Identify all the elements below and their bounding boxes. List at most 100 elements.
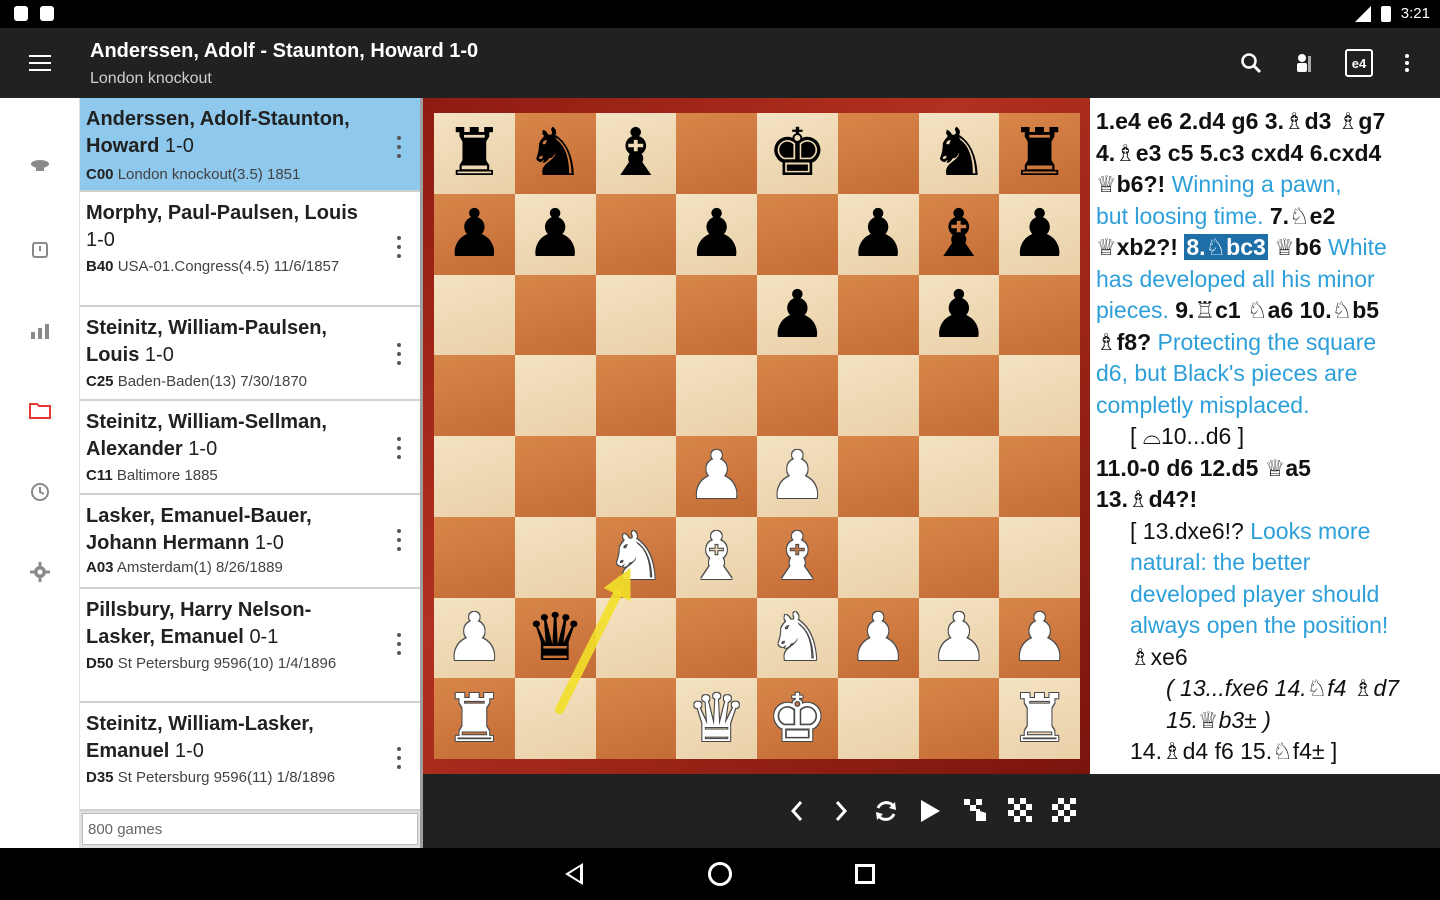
game-list-item[interactable]: Anderssen, Adolf-Staunton, Howard 1-0 C0… bbox=[80, 98, 420, 192]
square-e6[interactable]: ♟ bbox=[757, 274, 838, 356]
game-list-item[interactable]: Morphy, Paul-Paulsen, Louis 1-0 B40 USA-… bbox=[80, 192, 420, 307]
black-king-piece[interactable]: ♚ bbox=[768, 120, 827, 186]
square-h8[interactable]: ♜ bbox=[999, 113, 1080, 194]
history-icon[interactable] bbox=[28, 480, 52, 504]
item-menu-icon[interactable] bbox=[396, 236, 402, 258]
statistics-icon[interactable] bbox=[28, 318, 52, 342]
square-e7[interactable] bbox=[757, 193, 838, 275]
square-e8[interactable]: ♚ bbox=[757, 113, 838, 194]
square-b6[interactable] bbox=[514, 274, 596, 356]
square-h2[interactable]: ♟ bbox=[999, 597, 1080, 679]
square-f2[interactable]: ♟ bbox=[837, 597, 919, 679]
clock-icon[interactable] bbox=[28, 238, 52, 262]
white-queen-piece[interactable]: ♛ bbox=[687, 685, 746, 752]
square-c6[interactable] bbox=[595, 274, 677, 356]
square-e3[interactable]: ♝ bbox=[757, 516, 838, 598]
square-h5[interactable] bbox=[999, 355, 1080, 436]
black-pawn-piece[interactable]: ♟ bbox=[526, 201, 585, 267]
game-list-item[interactable]: Steinitz, William-Sellman, Alexander 1-0… bbox=[80, 401, 420, 495]
notation-variation[interactable]: [ 13.dxe6!? bbox=[1130, 518, 1244, 544]
white-pawn-piece[interactable]: ♟ bbox=[849, 604, 908, 671]
black-knight-piece[interactable]: ♞ bbox=[929, 120, 988, 186]
black-pawn-piece[interactable]: ♟ bbox=[929, 281, 988, 348]
notation-moves[interactable]: 9.♖c1 ♘a6 10.♘b5 bbox=[1175, 297, 1379, 323]
square-f5[interactable] bbox=[837, 355, 919, 436]
square-d8[interactable] bbox=[676, 113, 757, 194]
board-grid-alt-icon[interactable] bbox=[1048, 794, 1082, 828]
square-d2[interactable] bbox=[676, 597, 757, 679]
notation-moves[interactable]: 1.e4 e6 2.d4 g6 3.♗d3 ♗g7 bbox=[1096, 108, 1385, 134]
item-menu-icon[interactable] bbox=[396, 747, 402, 769]
white-king-piece[interactable]: ♚ bbox=[768, 685, 827, 752]
notation-variation[interactable]: [ ⌓10...d6 ] bbox=[1130, 423, 1244, 449]
notation-moves[interactable]: 11.0-0 d6 12.d5 ♕a5 bbox=[1096, 455, 1311, 481]
home-icon[interactable] bbox=[708, 862, 732, 886]
square-c7[interactable] bbox=[595, 193, 677, 275]
square-g3[interactable] bbox=[918, 516, 1000, 598]
item-menu-icon[interactable] bbox=[396, 136, 402, 158]
notation-variation[interactable]: 14.♗d4 f6 15.♘f4± ] bbox=[1130, 738, 1337, 764]
square-e2[interactable]: ♞ bbox=[757, 597, 838, 679]
notation-moves[interactable]: 13.♗d4?! bbox=[1096, 486, 1197, 512]
black-pawn-piece[interactable]: ♟ bbox=[687, 201, 746, 267]
square-c1[interactable] bbox=[595, 678, 677, 759]
square-g2[interactable]: ♟ bbox=[918, 597, 1000, 679]
square-h6[interactable] bbox=[999, 274, 1080, 356]
square-g8[interactable]: ♞ bbox=[918, 113, 1000, 194]
square-d7[interactable]: ♟ bbox=[676, 193, 757, 275]
square-c5[interactable] bbox=[595, 355, 677, 436]
square-f7[interactable]: ♟ bbox=[837, 193, 919, 275]
notation-moves[interactable]: ♗f8? bbox=[1096, 329, 1151, 355]
flip-board-icon[interactable] bbox=[869, 794, 903, 828]
item-menu-icon[interactable] bbox=[396, 529, 402, 551]
square-a3[interactable] bbox=[434, 516, 515, 598]
square-b8[interactable]: ♞ bbox=[514, 113, 596, 194]
square-e1[interactable]: ♚ bbox=[757, 678, 838, 759]
square-b1[interactable] bbox=[514, 678, 596, 759]
game-list-item[interactable]: Steinitz, William-Paulsen, Louis 1-0 C25… bbox=[80, 307, 420, 401]
play-icon[interactable] bbox=[913, 794, 947, 828]
recent-apps-icon[interactable] bbox=[855, 864, 875, 884]
white-pawn-piece[interactable]: ♟ bbox=[929, 604, 988, 671]
white-rook-piece[interactable]: ♜ bbox=[1010, 685, 1069, 752]
square-b5[interactable] bbox=[514, 355, 596, 436]
notation-variation[interactable]: 15.♕b3± ) bbox=[1166, 707, 1271, 733]
overflow-menu-icon[interactable] bbox=[1392, 48, 1422, 78]
square-h3[interactable] bbox=[999, 516, 1080, 598]
black-pawn-piece[interactable]: ♟ bbox=[1010, 201, 1069, 267]
square-b3[interactable] bbox=[514, 516, 596, 598]
menu-icon[interactable] bbox=[29, 55, 51, 71]
square-a7[interactable]: ♟ bbox=[434, 193, 515, 275]
notation-moves[interactable]: 7.♘e2 bbox=[1270, 203, 1335, 229]
database-icon[interactable] bbox=[28, 154, 52, 178]
white-pawn-piece[interactable]: ♟ bbox=[1010, 604, 1069, 671]
notation-moves[interactable]: 4.♗e3 c5 5.c3 cxd4 6.cxd4 bbox=[1096, 140, 1381, 166]
white-knight-piece[interactable]: ♞ bbox=[768, 604, 827, 671]
notation-moves[interactable]: ♕b6 bbox=[1274, 234, 1321, 260]
settings-icon[interactable] bbox=[28, 560, 52, 584]
white-pawn-piece[interactable]: ♟ bbox=[445, 604, 504, 671]
white-pawn-piece[interactable]: ♟ bbox=[768, 443, 827, 509]
black-pawn-piece[interactable]: ♟ bbox=[849, 201, 908, 267]
square-b4[interactable] bbox=[514, 436, 596, 517]
white-bishop-piece[interactable]: ♝ bbox=[768, 524, 827, 590]
engine-button[interactable]: e4 bbox=[1345, 49, 1373, 77]
white-pawn-piece[interactable]: ♟ bbox=[687, 443, 746, 509]
square-c8[interactable]: ♝ bbox=[595, 113, 677, 194]
previous-move-icon[interactable] bbox=[780, 794, 814, 828]
square-g7[interactable]: ♝ bbox=[918, 193, 1000, 275]
square-d4[interactable]: ♟ bbox=[676, 436, 757, 517]
square-a1[interactable]: ♜ bbox=[434, 678, 515, 759]
next-move-icon[interactable] bbox=[824, 794, 858, 828]
black-pawn-piece[interactable]: ♟ bbox=[768, 281, 827, 348]
square-e4[interactable]: ♟ bbox=[757, 436, 838, 517]
square-d3[interactable]: ♝ bbox=[676, 516, 757, 598]
current-move[interactable]: 8.♘bc3 bbox=[1184, 234, 1268, 260]
square-b7[interactable]: ♟ bbox=[514, 193, 596, 275]
touch-move-icon[interactable] bbox=[959, 794, 993, 828]
square-e5[interactable] bbox=[757, 355, 838, 436]
square-a2[interactable]: ♟ bbox=[434, 597, 515, 679]
notation-panel[interactable]: 1.e4 e6 2.d4 g6 3.♗d3 ♗g7 4.♗e3 c5 5.c3 … bbox=[1090, 98, 1440, 774]
item-menu-icon[interactable] bbox=[396, 633, 402, 655]
white-knight-piece[interactable]: ♞ bbox=[606, 524, 665, 590]
